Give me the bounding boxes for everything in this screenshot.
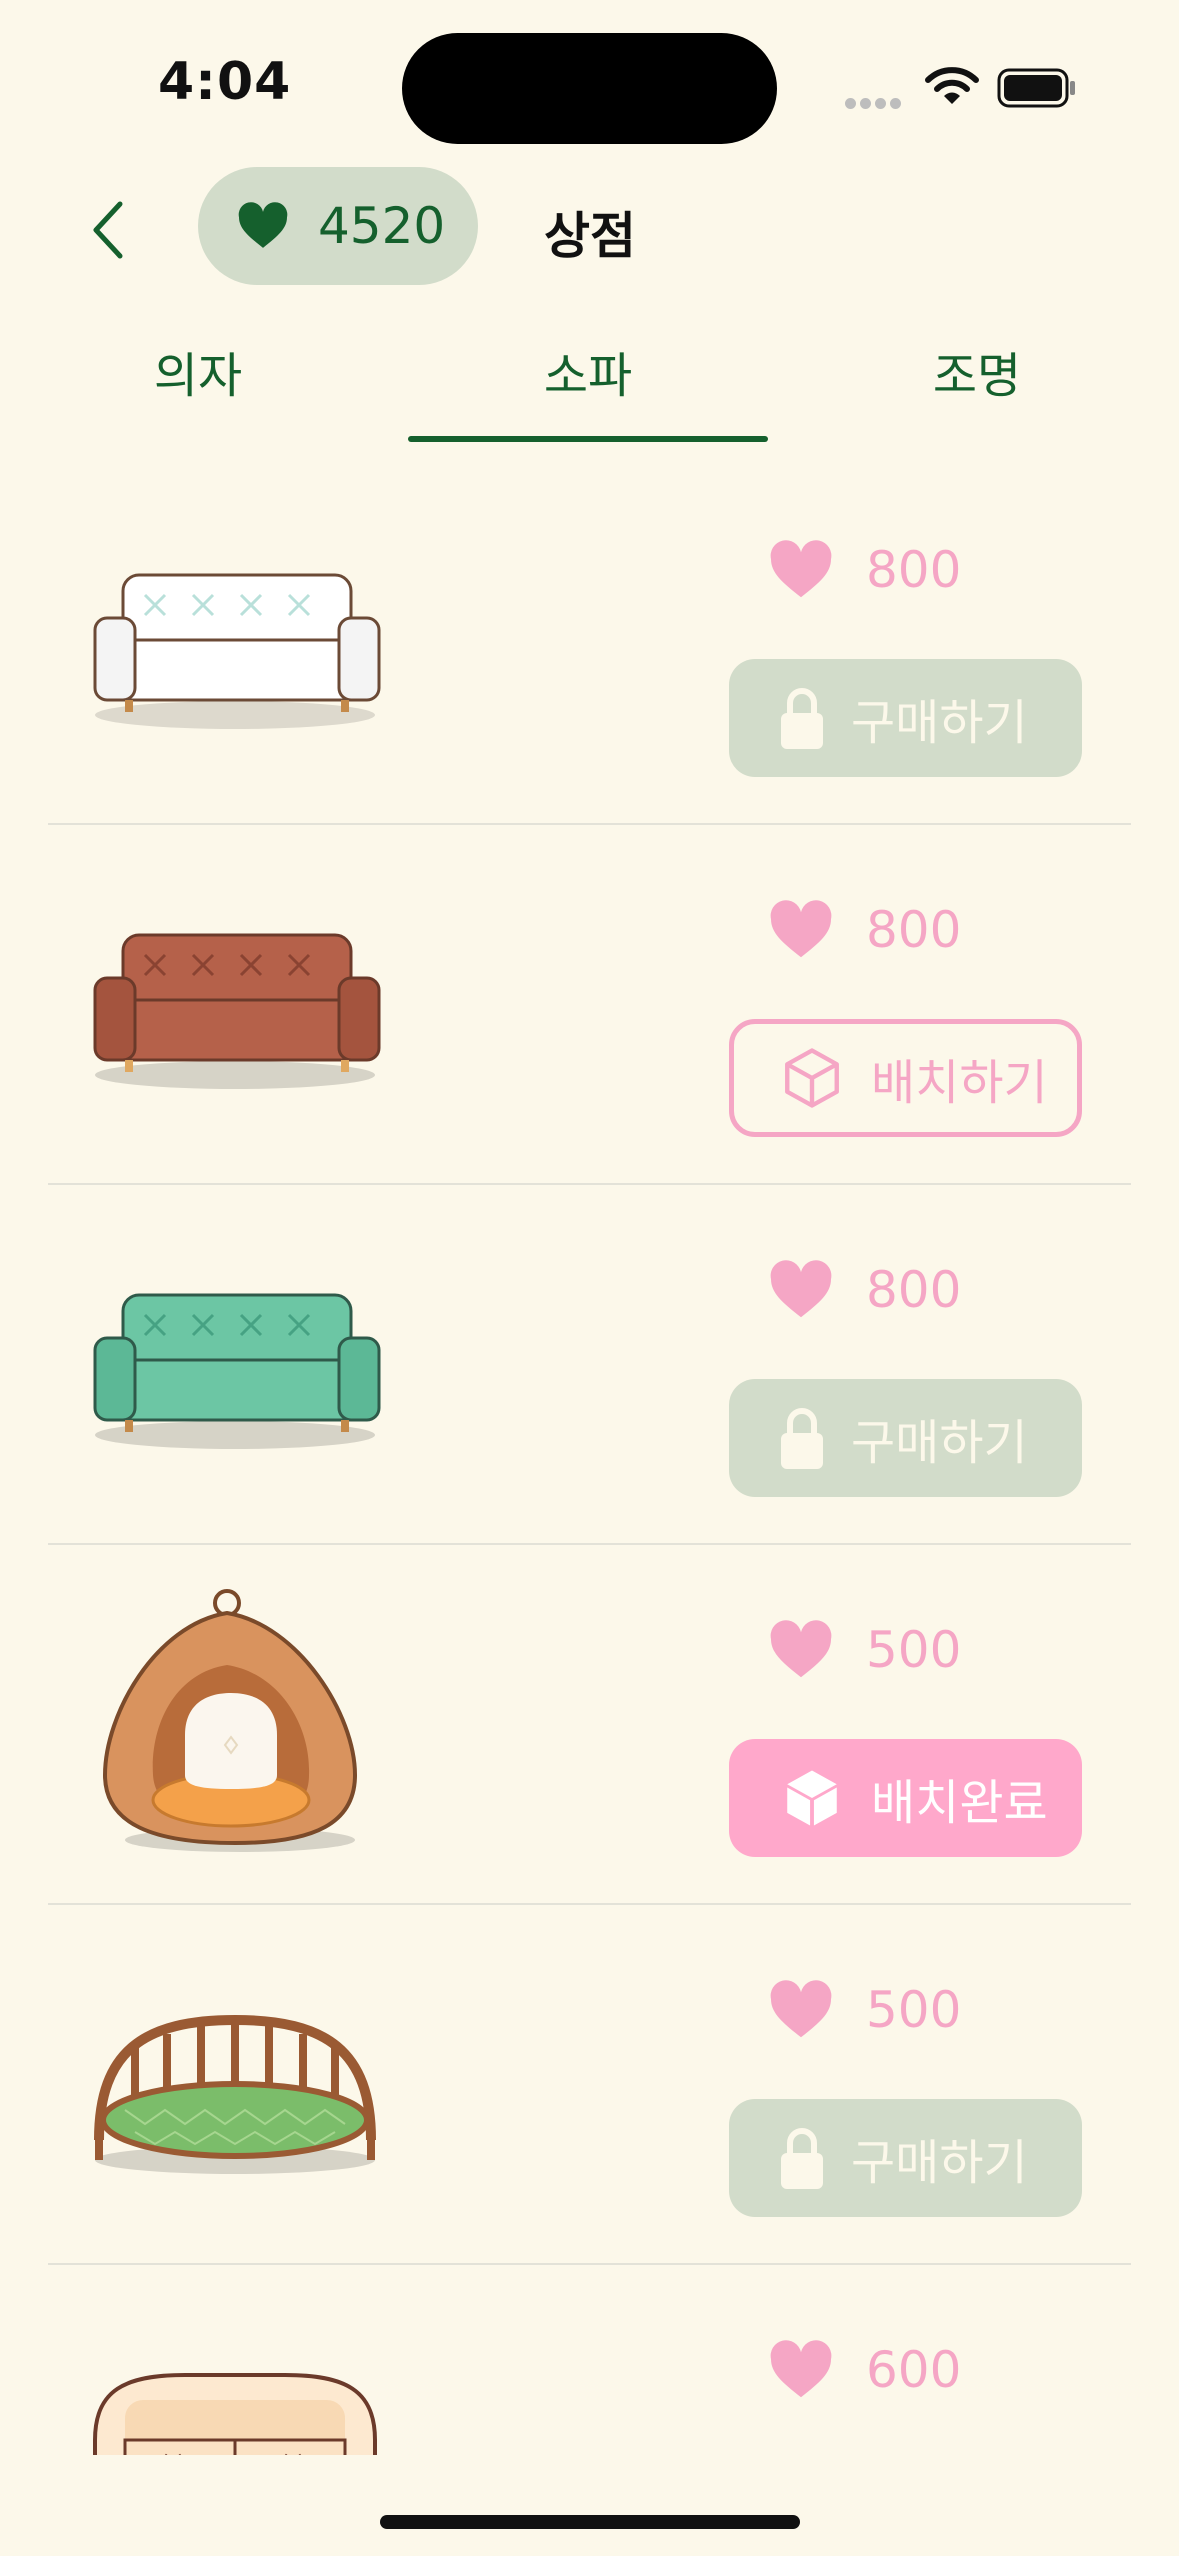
signal-icon bbox=[845, 94, 905, 113]
buy-button-label: 구매하기 bbox=[851, 695, 1028, 751]
cream-sofa-image bbox=[93, 2373, 377, 2455]
dynamic-island bbox=[402, 33, 777, 144]
status-icons bbox=[845, 62, 1085, 112]
battery-icon bbox=[997, 68, 1075, 108]
placed-button-label: 배치완료 bbox=[871, 1775, 1048, 1831]
item-price: 600 bbox=[768, 2335, 961, 2405]
place-button-label: 배치하기 bbox=[871, 1055, 1048, 1111]
tab-sofa[interactable]: 소파 bbox=[408, 336, 768, 406]
wifi-icon bbox=[925, 67, 979, 104]
list-item: 500 배치완료 bbox=[0, 1545, 1179, 1905]
list-item: 800 구매하기 bbox=[0, 1185, 1179, 1545]
list-item: 800 구매하기 bbox=[0, 465, 1179, 825]
rattan-round-bed-image bbox=[94, 2014, 376, 2174]
heart-count: 4520 bbox=[318, 197, 446, 255]
item-price: 800 bbox=[768, 895, 961, 965]
price-value: 500 bbox=[866, 1621, 962, 1679]
item-price: 500 bbox=[768, 1615, 961, 1685]
back-button[interactable] bbox=[78, 190, 138, 270]
buy-button-label: 구매하기 bbox=[851, 1415, 1028, 1471]
placed-button[interactable]: 배치완료 bbox=[729, 1739, 1082, 1857]
heart-icon bbox=[238, 202, 288, 248]
box-icon bbox=[785, 1048, 839, 1108]
price-value: 600 bbox=[866, 2341, 962, 2399]
lock-icon bbox=[781, 1408, 823, 1469]
buy-button-label: 구매하기 bbox=[851, 2135, 1028, 2191]
buy-button[interactable]: 구매하기 bbox=[729, 2099, 1082, 2217]
rattan-egg-chair-image bbox=[102, 1589, 358, 1852]
mint-sofa-image bbox=[93, 1293, 381, 1449]
page-title: 상점 bbox=[544, 207, 636, 265]
price-value: 800 bbox=[866, 541, 962, 599]
tab-chair[interactable]: 의자 bbox=[18, 336, 378, 406]
heart-icon bbox=[770, 1260, 832, 1318]
shop-screen: 4:04 4520 상점 의자 소파 조명 800 구매하기 800 배치하기 … bbox=[0, 0, 1179, 2556]
price-value: 500 bbox=[866, 1981, 962, 2039]
tab-selected-indicator bbox=[408, 436, 768, 442]
brown-sofa-image bbox=[93, 933, 381, 1089]
list-item: 600 bbox=[0, 2265, 1179, 2455]
lock-icon bbox=[781, 688, 823, 749]
lock-icon bbox=[781, 2128, 823, 2189]
white-sofa-image bbox=[93, 573, 381, 729]
item-price: 500 bbox=[768, 1975, 961, 2045]
product-list[interactable]: 800 구매하기 800 배치하기 800 구매하기 500 배치완료 500 … bbox=[0, 465, 1179, 2455]
list-item: 800 배치하기 bbox=[0, 825, 1179, 1185]
heart-icon bbox=[770, 1620, 832, 1678]
heart-icon bbox=[770, 1980, 832, 2038]
price-value: 800 bbox=[866, 1261, 962, 1319]
place-button[interactable]: 배치하기 bbox=[729, 1019, 1082, 1137]
heart-icon bbox=[770, 540, 832, 598]
heart-icon bbox=[770, 900, 832, 958]
heart-icon bbox=[770, 2340, 832, 2398]
buy-button[interactable]: 구매하기 bbox=[729, 659, 1082, 777]
item-price: 800 bbox=[768, 535, 961, 605]
chevron-left-icon bbox=[93, 201, 123, 259]
list-item: 500 구매하기 bbox=[0, 1905, 1179, 2265]
box-icon bbox=[787, 1770, 837, 1826]
buy-button[interactable]: 구매하기 bbox=[729, 1379, 1082, 1497]
home-indicator[interactable] bbox=[380, 2515, 800, 2529]
heart-balance: 4520 bbox=[198, 167, 478, 285]
price-value: 800 bbox=[866, 901, 962, 959]
tab-lighting[interactable]: 조명 bbox=[797, 336, 1157, 406]
status-time: 4:04 bbox=[158, 52, 292, 112]
item-price: 800 bbox=[768, 1255, 961, 1325]
